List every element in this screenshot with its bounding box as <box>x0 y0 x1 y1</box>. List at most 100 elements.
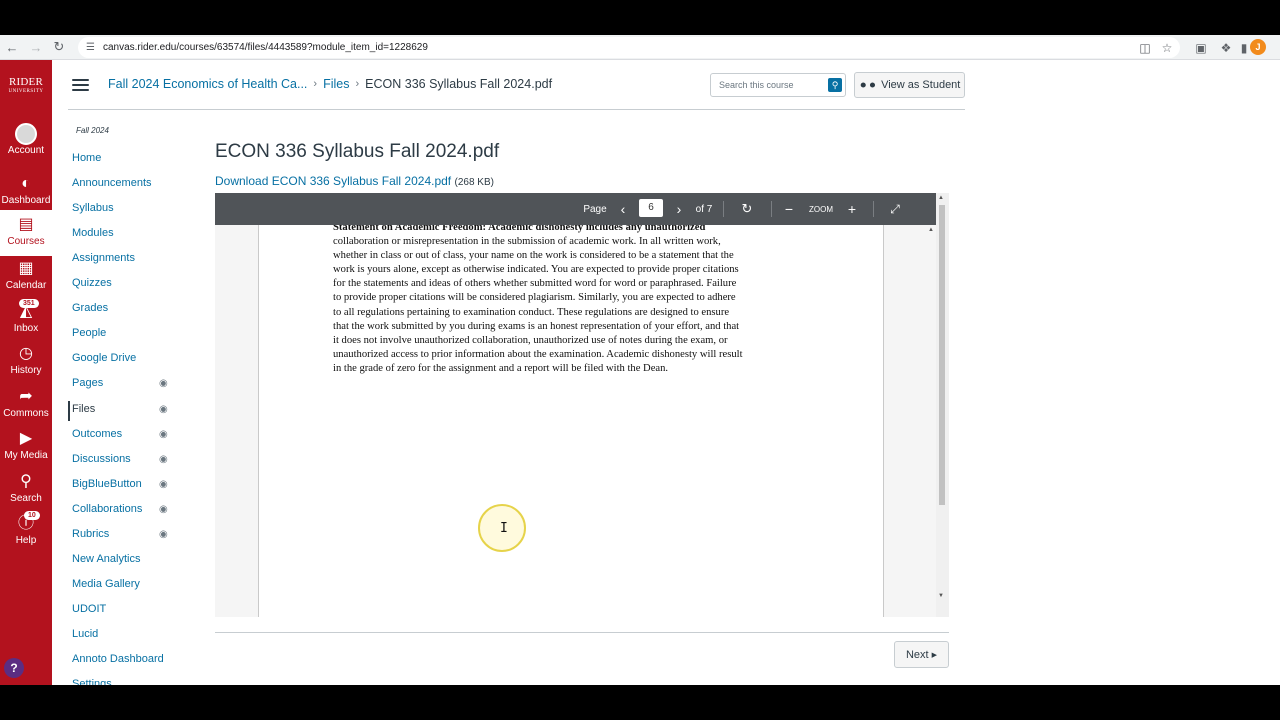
next-button[interactable]: Next ▶ <box>894 641 949 668</box>
course-nav-files[interactable]: Files <box>72 403 95 415</box>
account-avatar <box>15 123 37 145</box>
toolbar-divider <box>873 201 874 217</box>
page-scroll-up-icon[interactable]: ▲ <box>928 227 934 233</box>
caret-right-icon: ▶ <box>931 651 938 659</box>
scrollbar[interactable]: ▲ ▼ <box>936 193 949 617</box>
course-nav-media-gallery[interactable]: Media Gallery <box>72 578 140 590</box>
screen: ← → ↻ ☰ canvas.rider.edu/courses/63574/f… <box>0 35 1280 685</box>
pdf-viewer: Page ‹ 6 › of 7 ↻ − ZOOM + ⤢ Statement o… <box>215 193 949 617</box>
course-term: Fall 2024 <box>76 126 109 135</box>
address-bar[interactable]: ☰ canvas.rider.edu/courses/63574/files/4… <box>78 37 1180 58</box>
page-label: Page <box>583 203 607 215</box>
help-floating-button[interactable]: ? <box>4 658 24 678</box>
course-menu-toggle[interactable] <box>72 79 89 91</box>
breadcrumb: Fall 2024 Economics of Health Ca... › Fi… <box>108 77 552 91</box>
course-nav-modules[interactable]: Modules <box>72 227 114 239</box>
scrollbar-thumb[interactable] <box>939 205 945 505</box>
calendar-icon: ▦ <box>18 260 34 277</box>
header-divider <box>68 109 965 110</box>
global-nav-my-media[interactable]: ▶ My Media <box>0 428 52 470</box>
global-nav-courses[interactable]: ▤ Courses <box>0 210 52 256</box>
site-info-icon[interactable]: ☰ <box>86 42 95 53</box>
scroll-up-icon[interactable]: ▲ <box>938 195 944 201</box>
profile-avatar[interactable]: J <box>1250 39 1266 55</box>
course-nav-syllabus[interactable]: Syllabus <box>72 202 114 214</box>
pdf-text-line: in the grade of zero for the assignment … <box>333 362 669 374</box>
browser-toolbar: ← → ↻ ☰ canvas.rider.edu/courses/63574/f… <box>0 35 1280 60</box>
hidden-eye-icon: ◉ <box>159 529 168 540</box>
course-nav-collaborations[interactable]: Collaborations <box>72 503 142 515</box>
pdf-text-line: for the statements and ideas of others w… <box>333 278 737 290</box>
course-nav-lucid[interactable]: Lucid <box>72 628 98 640</box>
forward-icon[interactable]: → <box>24 35 48 59</box>
search-placeholder: Search this course <box>719 80 794 90</box>
next-page-button[interactable]: › <box>671 193 687 225</box>
chevron-right-icon: › <box>313 78 318 90</box>
toolbar-divider <box>771 201 772 217</box>
course-nav-people[interactable]: People <box>72 327 106 339</box>
course-nav-assignments[interactable]: Assignments <box>72 252 135 264</box>
reload-icon[interactable]: ↻ <box>47 35 71 59</box>
breadcrumb-course[interactable]: Fall 2024 Economics of Health Ca... <box>108 77 307 91</box>
course-nav-home[interactable]: Home <box>72 152 101 164</box>
toolbar-divider <box>723 201 724 217</box>
course-nav-new-analytics[interactable]: New Analytics <box>72 553 140 565</box>
back-icon[interactable]: ← <box>0 35 24 59</box>
bookmark-star-icon[interactable]: ☆ <box>1156 35 1178 60</box>
hidden-eye-icon: ◉ <box>159 429 168 440</box>
global-nav-search[interactable]: ⚲ Search <box>0 471 52 513</box>
course-search-input[interactable]: Search this course ⚲ <box>710 73 846 97</box>
text-cursor-icon: I <box>500 521 508 536</box>
page-title: ECON 336 Syllabus Fall 2024.pdf <box>215 141 500 162</box>
view-as-student-button[interactable]: ⚫⚫ View as Student <box>854 72 965 98</box>
hidden-eye-icon: ◉ <box>159 454 168 465</box>
previous-page-button[interactable]: ‹ <box>615 193 631 225</box>
content-divider <box>215 632 949 633</box>
search-icon[interactable]: ⚲ <box>828 78 842 92</box>
global-nav-dashboard[interactable]: ◐ Dashboard <box>0 173 52 215</box>
fullscreen-icon[interactable]: ⤢ <box>885 193 905 225</box>
course-nav-bigbluebutton[interactable]: BigBlueButton <box>72 478 142 490</box>
scroll-down-icon[interactable]: ▼ <box>938 593 944 599</box>
pdf-text-line: to all regulations pertaining to examina… <box>333 306 730 318</box>
global-nav-inbox[interactable]: ◭ 351 Inbox <box>0 299 52 343</box>
global-nav-history[interactable]: ◷ History <box>0 343 52 385</box>
pdf-text-line: unauthorized access to prior information… <box>333 348 743 360</box>
pdf-text-block: Statement on Academic Freedom: Academic … <box>333 225 813 376</box>
course-nav-grades[interactable]: Grades <box>72 302 108 314</box>
url-text: canvas.rider.edu/courses/63574/files/444… <box>102 42 428 53</box>
rotate-icon[interactable]: ↻ <box>737 193 757 225</box>
download-link[interactable]: Download ECON 336 Syllabus Fall 2024.pdf <box>215 174 451 188</box>
course-nav-settings[interactable]: Settings <box>72 678 112 685</box>
history-icon: ◷ <box>19 345 33 362</box>
course-nav-pages[interactable]: Pages <box>72 377 103 389</box>
page-number-input[interactable]: 6 <box>639 199 663 217</box>
pdf-page: Statement on Academic Freedom: Academic … <box>258 225 884 617</box>
active-indicator <box>68 401 70 421</box>
course-nav-announcements[interactable]: Announcements <box>72 177 152 189</box>
breadcrumb-files[interactable]: Files <box>323 77 349 91</box>
help-badge: 10 <box>24 511 40 520</box>
rider-logo[interactable]: RIDER UNIVERSITY <box>0 77 52 97</box>
pdf-text-line: that the work submitted by you during ex… <box>333 320 740 332</box>
course-nav-annoto-dashboard[interactable]: Annoto Dashboard <box>72 653 164 665</box>
course-nav-udoit[interactable]: UDOIT <box>72 603 106 615</box>
pdf-toolbar: Page ‹ 6 › of 7 ↻ − ZOOM + ⤢ <box>215 193 936 225</box>
cast-icon[interactable]: ▣ <box>1190 35 1212 60</box>
zoom-out-button[interactable]: − <box>781 193 797 225</box>
course-nav-quizzes[interactable]: Quizzes <box>72 277 112 289</box>
course-nav-outcomes[interactable]: Outcomes <box>72 428 122 440</box>
global-nav-commons[interactable]: ➦ Commons <box>0 386 52 428</box>
course-nav-discussions[interactable]: Discussions <box>72 453 131 465</box>
zoom-in-button[interactable]: + <box>844 193 860 225</box>
course-nav-rubrics[interactable]: Rubrics <box>72 528 109 540</box>
hidden-eye-icon: ◉ <box>159 378 168 389</box>
global-nav-calendar[interactable]: ▦ Calendar <box>0 258 52 300</box>
global-nav-account[interactable]: Account <box>0 123 52 165</box>
search-icon: ⚲ <box>20 473 32 490</box>
install-app-icon[interactable]: ◫ <box>1134 35 1156 60</box>
global-nav-help[interactable]: ⓘ 10 Help <box>0 511 52 555</box>
course-nav-google-drive[interactable]: Google Drive <box>72 352 136 364</box>
glasses-icon: ⚫⚫ <box>858 79 878 92</box>
chevron-right-icon: › <box>355 78 360 90</box>
